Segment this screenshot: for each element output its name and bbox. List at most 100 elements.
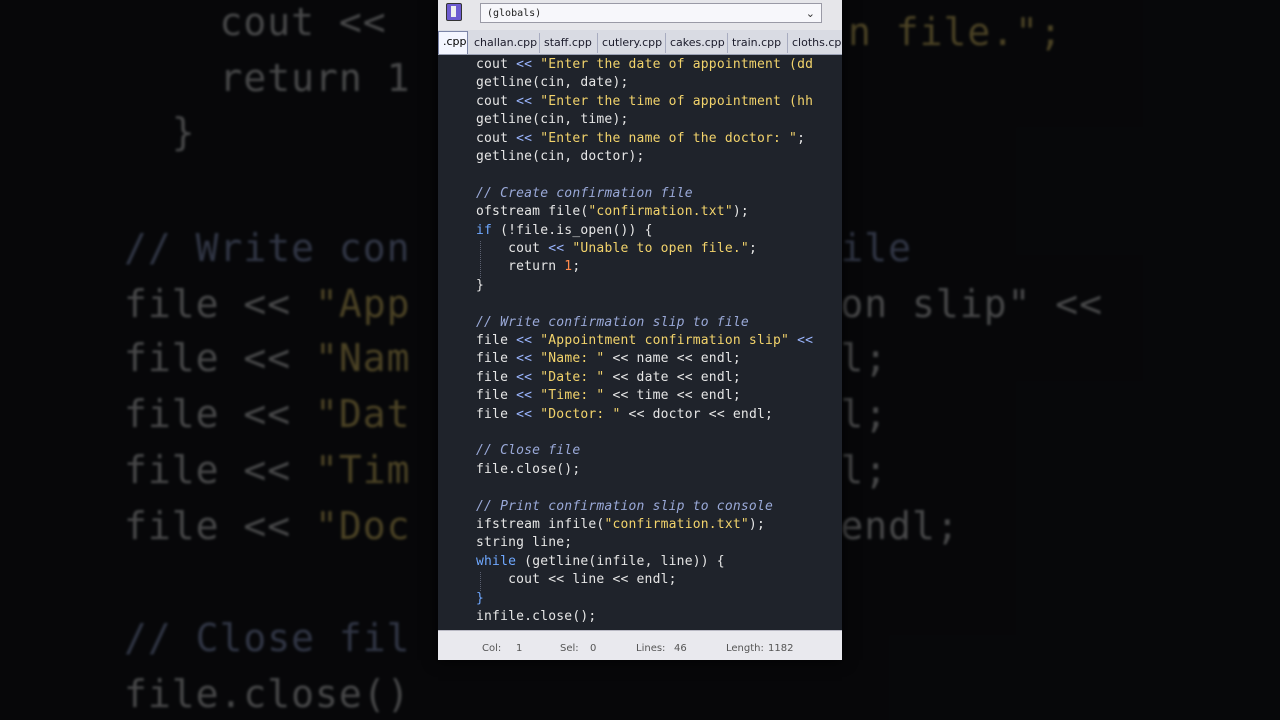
code-line: infile.close(); xyxy=(476,609,596,624)
code-token: << xyxy=(516,93,541,109)
code-token: "Unable to open file." xyxy=(572,241,749,256)
code-token: string line; xyxy=(476,535,573,551)
tab-challan-cpp[interactable]: challan.cpp xyxy=(470,33,540,53)
code-token: // Close file xyxy=(476,443,581,459)
code-token: cout xyxy=(476,241,549,256)
tab-staff-cpp[interactable]: staff.cpp xyxy=(540,33,598,53)
code-token: getline(cin, doctor); xyxy=(476,149,645,164)
code-token: return xyxy=(476,259,565,275)
code-token: "Enter the date of appointment (dd xyxy=(540,57,814,72)
code-token: << xyxy=(516,351,541,367)
code-line: ofstream file("confirmation.txt"); xyxy=(476,204,749,219)
code-token: << time << endl; xyxy=(604,388,741,404)
toolbar: (globals) ⌄ xyxy=(438,0,842,31)
status-sel-value: 0 xyxy=(590,643,597,654)
code-token: // Print confirmation slip to console xyxy=(476,498,773,514)
status-length-value: 1182 xyxy=(768,643,794,654)
scope-select[interactable]: (globals) ⌄ xyxy=(480,3,822,23)
indent-guide xyxy=(480,572,481,591)
code-token: "Name: " xyxy=(540,351,605,367)
code-token: "Enter the name of the doctor: " xyxy=(540,130,798,146)
code-line: return 1; xyxy=(476,259,580,274)
code-token: file xyxy=(476,333,517,348)
editor-window: (globals) ⌄ .cpp challan.cpp staff.cpp cutl… xyxy=(438,0,842,660)
scope-select-value: (globals) xyxy=(487,8,542,19)
code-line: // Print confirmation slip to console xyxy=(476,499,773,514)
code-token: // Write confirmation slip to file xyxy=(476,314,749,330)
code-token: "Appointment confirmation slip" xyxy=(540,333,790,348)
code-token: << xyxy=(789,333,822,348)
code-line: while (getline(infile, line)) { xyxy=(476,554,725,569)
code-token: << xyxy=(516,130,541,146)
indent-guide xyxy=(480,241,481,278)
code-line: file.close(); xyxy=(476,462,580,477)
code-token: << xyxy=(548,241,573,256)
code-line: cout << "Unable to open file."; xyxy=(476,241,757,256)
code-line: file << "Time: " << time << endl; xyxy=(476,388,741,403)
code-token: ); xyxy=(732,204,749,220)
status-col-label: Col: xyxy=(482,643,502,654)
code-token: infile.close(); xyxy=(476,609,597,624)
code-line: // Create confirmation file xyxy=(476,186,693,201)
code-token: "Time: " xyxy=(540,388,605,404)
code-token: "Enter the time of appointment (hh xyxy=(540,93,814,109)
code-line: cout << "Enter the name of the doctor: "… xyxy=(476,131,805,146)
code-line: getline(cin, date); xyxy=(476,75,629,90)
status-bar: Col: 1 Sel: 0 Lines: 46 Length: 1182 xyxy=(438,630,842,660)
tab-cutlery-cpp[interactable]: cutlery.cpp xyxy=(598,33,666,53)
code-token: << xyxy=(516,406,541,422)
code-line: // Close file xyxy=(476,443,580,458)
code-line: } xyxy=(476,591,484,606)
code-line: file << "Name: " << name << endl; xyxy=(476,351,741,366)
code-token: << doctor << endl; xyxy=(620,406,774,422)
chevron-down-icon[interactable]: ⌄ xyxy=(806,4,815,24)
code-token: file xyxy=(476,351,517,367)
code-token: } xyxy=(476,277,485,293)
code-token: (getline(infile, line)) { xyxy=(516,553,725,569)
code-token: while xyxy=(476,553,517,569)
code-token: "confirmation.txt" xyxy=(604,517,749,532)
tab-cakes-cpp[interactable]: cakes.cpp xyxy=(666,33,728,53)
code-token: "confirmation.txt" xyxy=(588,204,733,220)
code-token: cout xyxy=(476,93,517,109)
code-line: getline(cin, doctor); xyxy=(476,149,645,164)
code-line: string line; xyxy=(476,535,572,550)
code-token: file xyxy=(476,388,517,404)
code-token: "Date: " xyxy=(540,369,605,385)
code-token: } xyxy=(476,590,485,606)
file-tabs: .cpp challan.cpp staff.cpp cutlery.cpp cakes… xyxy=(438,30,842,55)
code-token: "Doctor: " xyxy=(540,406,621,422)
code-token: << name << endl; xyxy=(604,351,741,367)
code-line: // Write confirmation slip to file xyxy=(476,315,749,330)
code-line: if (!file.is_open()) { xyxy=(476,223,653,238)
code-token: // Create confirmation file xyxy=(476,185,693,201)
code-line: ifstream infile("confirmation.txt"); xyxy=(476,517,765,532)
code-token: << xyxy=(516,57,541,72)
code-token: << xyxy=(516,333,541,348)
code-token: if xyxy=(476,222,493,238)
tab-cpp[interactable]: .cpp xyxy=(438,31,468,54)
code-token: ); xyxy=(748,517,765,532)
status-col-value: 1 xyxy=(516,643,523,654)
tab-train-cpp[interactable]: train.cpp xyxy=(728,33,788,53)
code-token: file.close(); xyxy=(476,461,581,477)
code-token: ; xyxy=(572,259,581,275)
code-token: cout xyxy=(476,130,517,146)
code-token: file xyxy=(476,369,517,385)
status-lines-label: Lines: xyxy=(636,643,666,654)
code-editor[interactable]: cout << "Enter the date of appointment (… xyxy=(438,55,842,630)
code-token: ofstream file( xyxy=(476,204,589,220)
status-lines-value: 46 xyxy=(674,643,687,654)
code-token: getline(cin, time); xyxy=(476,112,629,128)
code-token: (!file.is_open()) { xyxy=(492,222,653,238)
code-token: ; xyxy=(797,130,806,146)
code-line: getline(cin, time); xyxy=(476,112,629,127)
code-line: file << "Appointment confirmation slip" … xyxy=(476,333,821,348)
code-token: file xyxy=(476,406,517,422)
code-token: << date << endl; xyxy=(604,369,741,385)
code-token: getline(cin, date); xyxy=(476,75,629,91)
file-icon[interactable] xyxy=(446,3,462,21)
code-line: file << "Date: " << date << endl; xyxy=(476,370,741,385)
tab-cloths-cpp[interactable]: cloths.cpp xyxy=(788,33,842,53)
code-line: cout << line << endl; xyxy=(476,572,677,587)
